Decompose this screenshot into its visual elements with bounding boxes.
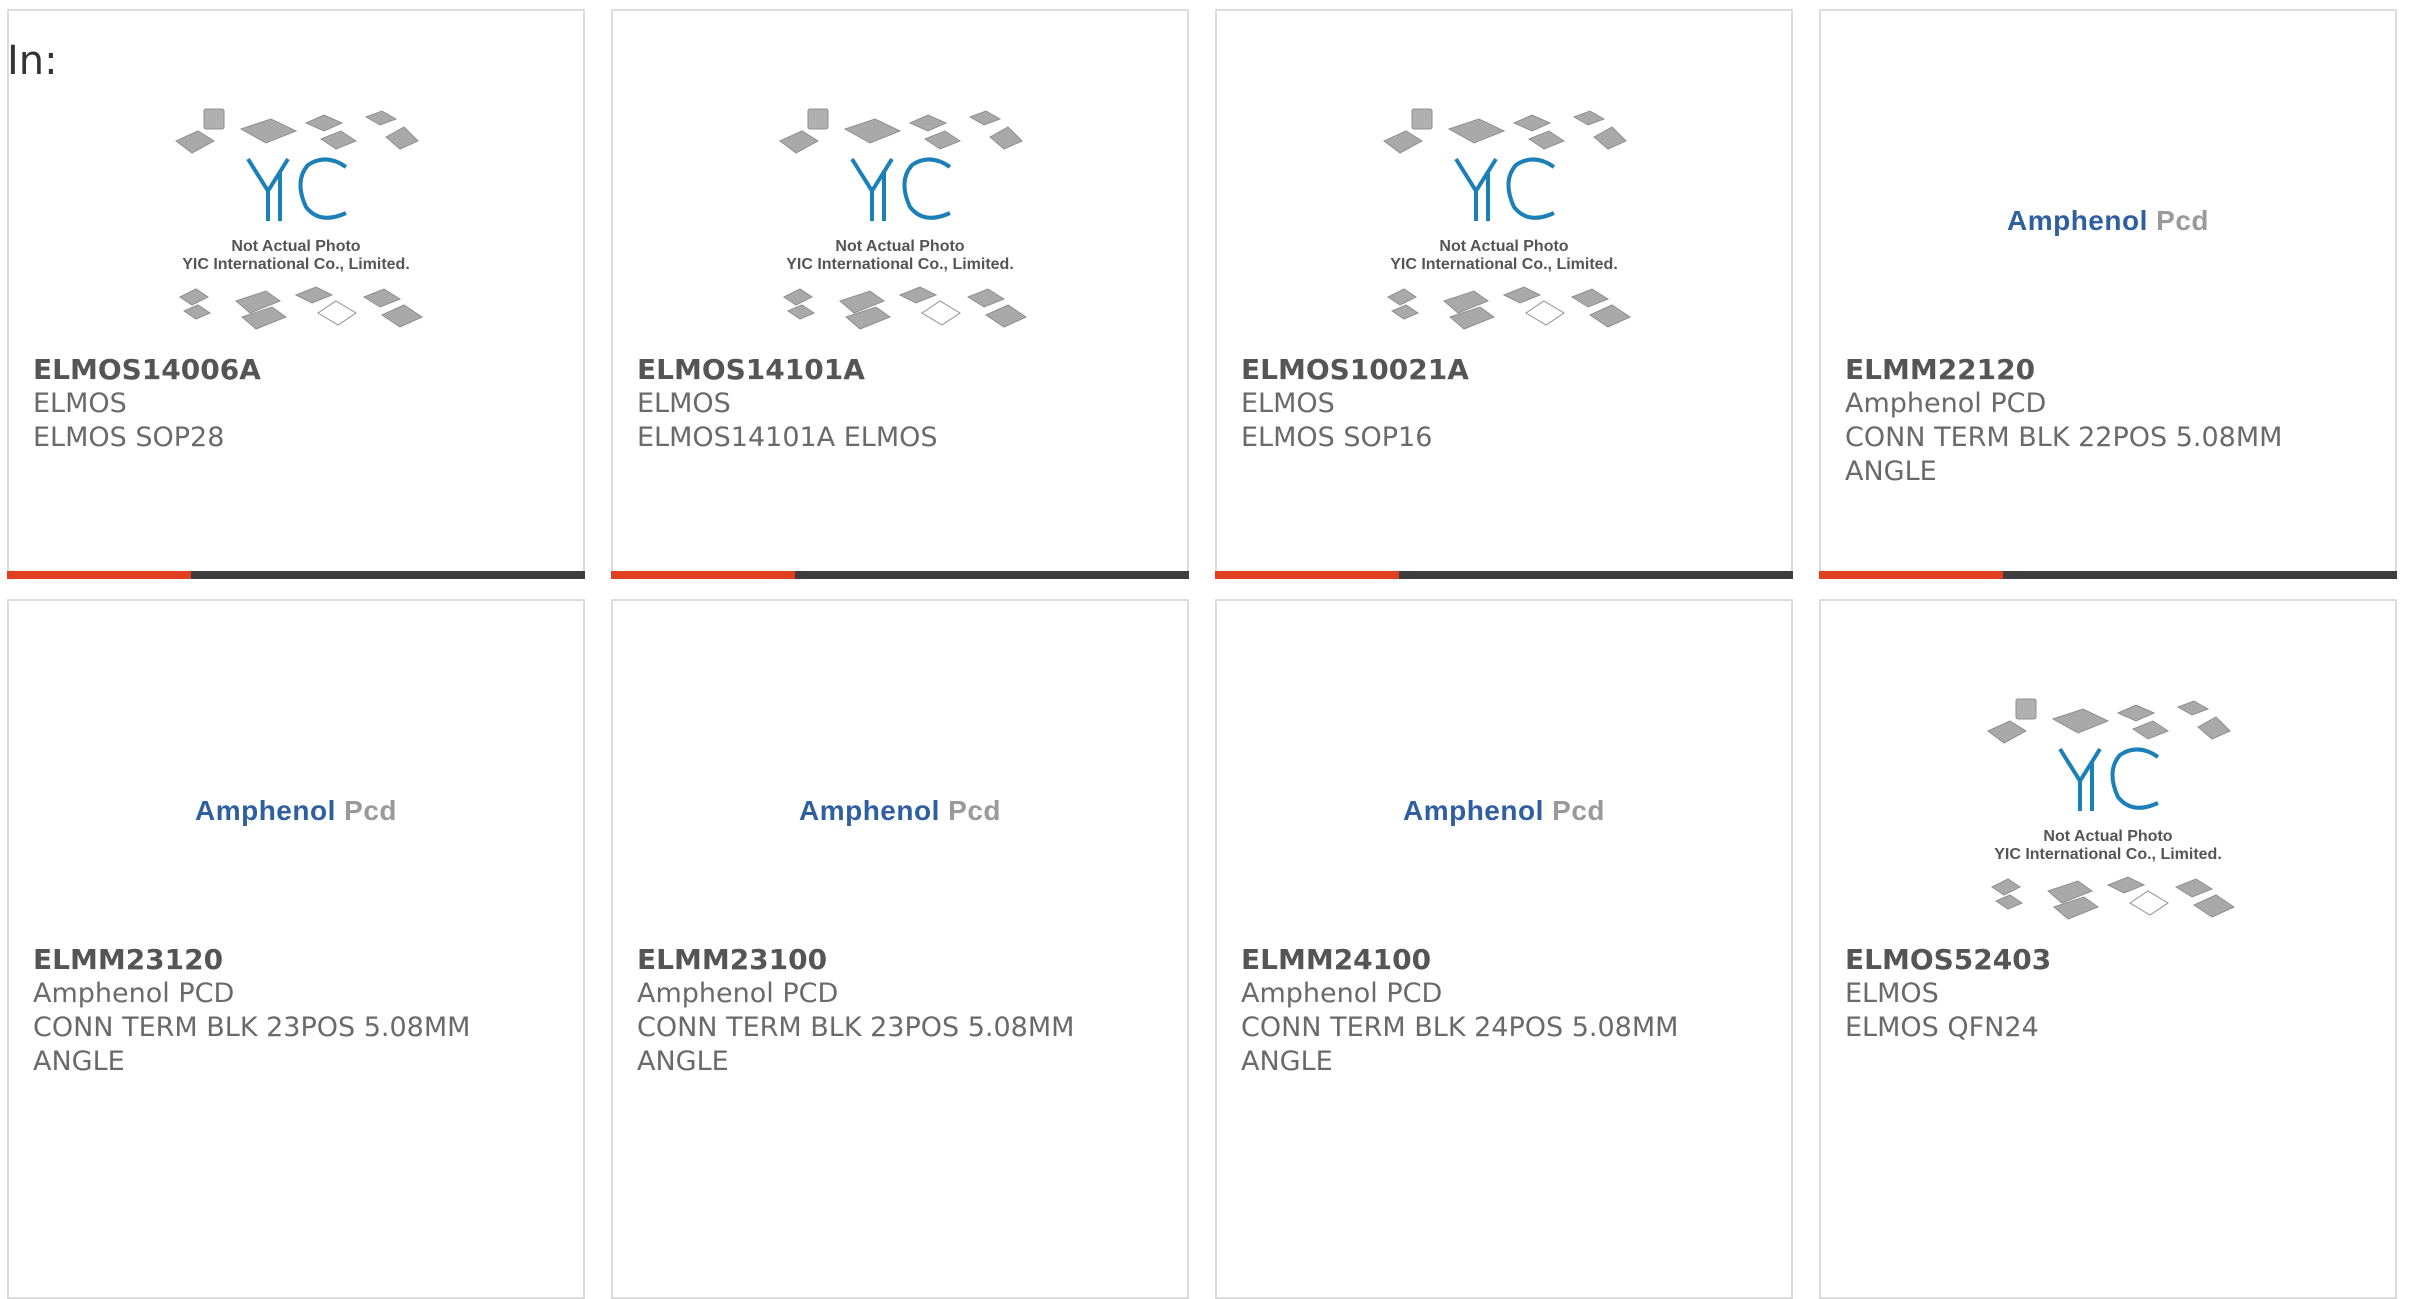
manufacturer: ELMOS bbox=[1845, 978, 1939, 1009]
product-image[interactable]: Not Actual Photo YIC International Co., … bbox=[9, 91, 583, 351]
product-info: ELMOS14006A ELMOS ELMOS SOP28 bbox=[33, 353, 563, 455]
card-footer-accent bbox=[1819, 571, 2003, 579]
manufacturer: ELMOS bbox=[1241, 388, 1335, 419]
placeholder-line-2: YIC International Co., Limited. bbox=[1390, 256, 1618, 273]
manufacturer: Amphenol PCD bbox=[1845, 388, 2047, 419]
product-card[interactable]: Amphenol Pcd ELMM24100 Amphenol PCD CONN T… bbox=[1215, 599, 1793, 1299]
product-image[interactable]: Not Actual Photo YIC International Co., … bbox=[1821, 681, 2395, 941]
description: ELMOS SOP16 bbox=[1241, 422, 1433, 453]
product-card[interactable]: Amphenol Pcd ELMM23100 Amphenol PCD CONN T… bbox=[611, 599, 1189, 1299]
in-label: In: bbox=[7, 38, 58, 84]
product-info: ELMOS10021A ELMOS ELMOS SOP16 bbox=[1241, 353, 1771, 455]
part-number-link[interactable]: ELMM23120 bbox=[33, 943, 563, 977]
part-number-link[interactable]: ELMM23100 bbox=[637, 943, 1167, 977]
description: CONN TERM BLK 24POS 5.08MM ANGLE bbox=[1241, 1012, 1679, 1077]
yic-placeholder-image: Not Actual Photo YIC International Co., … bbox=[1383, 108, 1632, 330]
card-footer-accent bbox=[7, 571, 191, 579]
manufacturer: Amphenol PCD bbox=[1241, 978, 1443, 1009]
card-footer-bar bbox=[611, 571, 1189, 579]
part-number-link[interactable]: ELMM24100 bbox=[1241, 943, 1771, 977]
product-image[interactable]: Amphenol Pcd bbox=[9, 681, 583, 941]
description: CONN TERM BLK 23POS 5.08MM ANGLE bbox=[637, 1012, 1075, 1077]
placeholder-line-1: Not Actual Photo bbox=[2043, 828, 2172, 845]
manufacturer: ELMOS bbox=[637, 388, 731, 419]
product-image[interactable]: Amphenol Pcd bbox=[1217, 681, 1791, 941]
product-info: ELMOS14101A ELMOS ELMOS14101A ELMOS bbox=[637, 353, 1167, 455]
yic-placeholder-image: Not Actual Photo YIC International Co., … bbox=[1987, 698, 2236, 920]
placeholder-line-2: YIC International Co., Limited. bbox=[182, 256, 410, 273]
description: ELMOS SOP28 bbox=[33, 422, 225, 453]
part-number-link[interactable]: ELMOS14101A bbox=[637, 353, 1167, 387]
card-footer-bar bbox=[1819, 571, 2397, 579]
placeholder-line-1: Not Actual Photo bbox=[1439, 238, 1568, 255]
product-image[interactable]: Amphenol Pcd bbox=[1821, 91, 2395, 351]
placeholder-line-1: Not Actual Photo bbox=[835, 238, 964, 255]
product-card[interactable]: Not Actual Photo YIC International Co., … bbox=[1215, 9, 1793, 579]
amphenol-pcd-logo: Amphenol Pcd bbox=[798, 795, 1002, 826]
amphenol-pcd-logo: Amphenol Pcd bbox=[194, 795, 398, 826]
card-footer-accent bbox=[1215, 571, 1399, 579]
placeholder-line-1: Not Actual Photo bbox=[231, 238, 360, 255]
placeholder-line-2: YIC International Co., Limited. bbox=[1994, 846, 2222, 863]
description: CONN TERM BLK 22POS 5.08MM ANGLE bbox=[1845, 422, 2283, 487]
product-card[interactable]: Amphenol Pcd ELMM23120 Amphenol PCD CONN T… bbox=[7, 599, 585, 1299]
product-info: ELMOS52403 ELMOS ELMOS QFN24 bbox=[1845, 943, 2375, 1045]
product-card[interactable]: Not Actual Photo YIC International Co., … bbox=[7, 9, 585, 579]
product-info: ELMM23120 Amphenol PCD CONN TERM BLK 23POS… bbox=[33, 943, 563, 1079]
placeholder-line-2: YIC International Co., Limited. bbox=[786, 256, 1014, 273]
yic-placeholder-image: Not Actual Photo YIC International Co., … bbox=[175, 108, 424, 330]
description: ELMOS14101A ELMOS bbox=[637, 422, 938, 453]
part-number-link[interactable]: ELMOS10021A bbox=[1241, 353, 1771, 387]
description: ELMOS QFN24 bbox=[1845, 1012, 2039, 1043]
card-footer-bar bbox=[1215, 571, 1793, 579]
product-info: ELMM23100 Amphenol PCD CONN TERM BLK 23POS… bbox=[637, 943, 1167, 1079]
product-image[interactable]: Amphenol Pcd bbox=[613, 681, 1187, 941]
manufacturer: Amphenol PCD bbox=[33, 978, 235, 1009]
card-footer-accent bbox=[611, 571, 795, 579]
part-number-link[interactable]: ELMOS52403 bbox=[1845, 943, 2375, 977]
manufacturer: Amphenol PCD bbox=[637, 978, 839, 1009]
product-card[interactable]: Amphenol Pcd ELMM22120 Amphenol PCD CONN T… bbox=[1819, 9, 2397, 579]
yic-placeholder-image: Not Actual Photo YIC International Co., … bbox=[779, 108, 1028, 330]
product-info: ELMM22120 Amphenol PCD CONN TERM BLK 22POS… bbox=[1845, 353, 2375, 489]
product-info: ELMM24100 Amphenol PCD CONN TERM BLK 24POS… bbox=[1241, 943, 1771, 1079]
card-footer-bar bbox=[7, 571, 585, 579]
part-number-link[interactable]: ELMM22120 bbox=[1845, 353, 2375, 387]
amphenol-pcd-logo: Amphenol Pcd bbox=[1402, 795, 1606, 826]
product-card[interactable]: Not Actual Photo YIC International Co., … bbox=[611, 9, 1189, 579]
part-number-link[interactable]: ELMOS14006A bbox=[33, 353, 563, 387]
amphenol-pcd-logo: Amphenol Pcd bbox=[2006, 205, 2210, 236]
product-image[interactable]: Not Actual Photo YIC International Co., … bbox=[613, 91, 1187, 351]
manufacturer: ELMOS bbox=[33, 388, 127, 419]
product-image[interactable]: Not Actual Photo YIC International Co., … bbox=[1217, 91, 1791, 351]
product-card[interactable]: Not Actual Photo YIC International Co., … bbox=[1819, 599, 2397, 1299]
product-grid: Not Actual Photo YIC International Co., … bbox=[7, 9, 2403, 1299]
description: CONN TERM BLK 23POS 5.08MM ANGLE bbox=[33, 1012, 471, 1077]
